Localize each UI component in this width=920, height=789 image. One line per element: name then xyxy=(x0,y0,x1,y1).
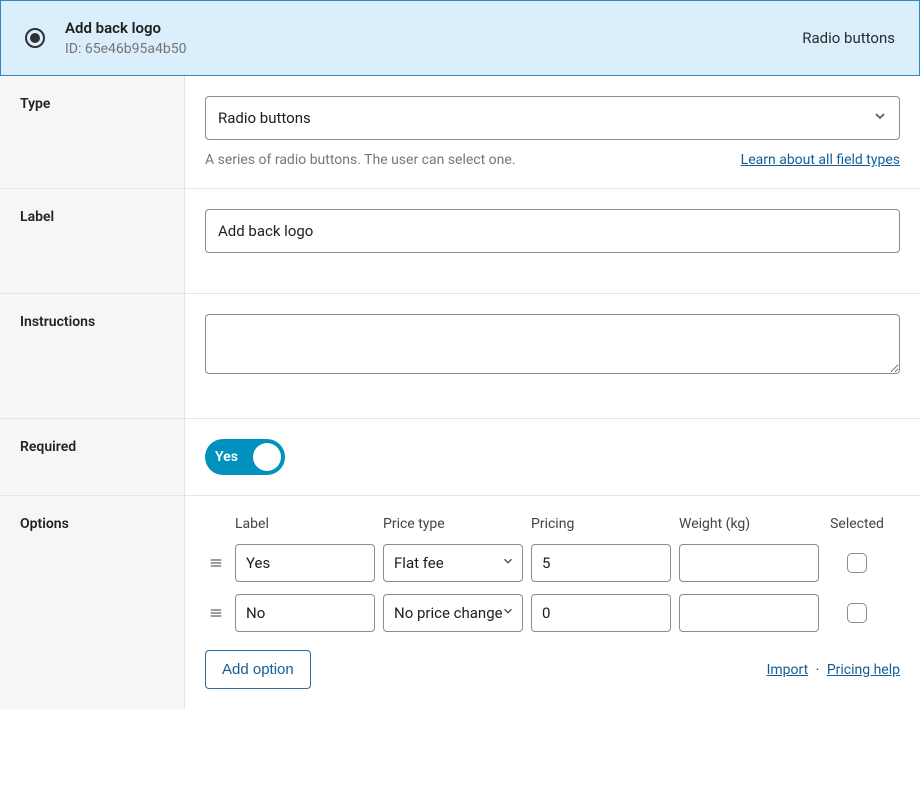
row-options: Options Label Price type Pricing Weight … xyxy=(0,496,920,709)
radio-inner-icon xyxy=(30,33,40,43)
content-instructions xyxy=(185,294,920,418)
label-options: Options xyxy=(0,496,185,709)
content-options: Label Price type Pricing Weight (kg) Sel… xyxy=(185,496,920,709)
option-selected-checkbox[interactable] xyxy=(847,603,867,623)
label-instructions: Instructions xyxy=(0,294,185,418)
option-row: Flat fee xyxy=(205,544,900,582)
drag-handle-icon[interactable] xyxy=(205,607,227,619)
option-price-type-select[interactable]: No price change xyxy=(383,594,523,632)
header-type: Radio buttons xyxy=(802,29,895,47)
option-price-type-value: Flat fee xyxy=(394,554,444,572)
option-weight-input[interactable] xyxy=(679,594,819,632)
col-price-type: Price type xyxy=(383,516,523,532)
option-selected-checkbox[interactable] xyxy=(847,553,867,573)
options-header: Label Price type Pricing Weight (kg) Sel… xyxy=(205,516,900,532)
content-label xyxy=(185,189,920,293)
options-footer: Add option Import · Pricing help xyxy=(205,650,900,689)
separator: · xyxy=(812,662,824,678)
toggle-knob-icon xyxy=(253,443,281,471)
option-label-input[interactable] xyxy=(235,544,375,582)
content-type: Radio buttons A series of radio buttons.… xyxy=(185,76,920,188)
import-link[interactable]: Import xyxy=(767,662,809,678)
option-pricing-input[interactable] xyxy=(531,594,671,632)
content-required: Yes xyxy=(185,419,920,495)
type-select-wrap: Radio buttons xyxy=(205,96,900,140)
option-label-input[interactable] xyxy=(235,594,375,632)
option-weight-input[interactable] xyxy=(679,544,819,582)
label-label: Label xyxy=(0,189,185,293)
header-id: ID: 65e46b95a4b50 xyxy=(65,41,186,57)
type-select[interactable]: Radio buttons xyxy=(205,96,900,140)
option-row: No price change xyxy=(205,594,900,632)
option-price-type-select[interactable]: Flat fee xyxy=(383,544,523,582)
type-select-value: Radio buttons xyxy=(218,109,311,127)
row-label: Label xyxy=(0,189,920,294)
header-left: Add back logo ID: 65e46b95a4b50 xyxy=(25,19,186,57)
required-toggle[interactable]: Yes xyxy=(205,439,285,475)
field-header: Add back logo ID: 65e46b95a4b50 Radio bu… xyxy=(0,0,920,76)
row-instructions: Instructions xyxy=(0,294,920,419)
row-required: Required Yes xyxy=(0,419,920,496)
instructions-input[interactable] xyxy=(205,314,900,374)
option-price-type-value: No price change xyxy=(394,604,503,622)
radio-icon xyxy=(25,28,45,48)
option-pricing-input[interactable] xyxy=(531,544,671,582)
type-hint: A series of radio buttons. The user can … xyxy=(205,152,516,168)
type-hint-row: A series of radio buttons. The user can … xyxy=(205,152,900,168)
options-footer-links: Import · Pricing help xyxy=(767,662,900,678)
col-selected: Selected xyxy=(827,516,887,532)
col-pricing: Pricing xyxy=(531,516,671,532)
label-type: Type xyxy=(0,76,185,188)
label-required: Required xyxy=(0,419,185,495)
add-option-button[interactable]: Add option xyxy=(205,650,311,689)
form-body: Type Radio buttons A series of radio but… xyxy=(0,76,920,709)
header-titles: Add back logo ID: 65e46b95a4b50 xyxy=(65,19,186,57)
pricing-help-link[interactable]: Pricing help xyxy=(827,662,900,678)
col-label: Label xyxy=(235,516,375,532)
learn-more-link[interactable]: Learn about all field types xyxy=(741,152,900,168)
header-title: Add back logo xyxy=(65,19,186,37)
row-type: Type Radio buttons A series of radio but… xyxy=(0,76,920,189)
col-weight: Weight (kg) xyxy=(679,516,819,532)
drag-handle-icon[interactable] xyxy=(205,557,227,569)
label-input[interactable] xyxy=(205,209,900,253)
toggle-label: Yes xyxy=(215,449,238,465)
